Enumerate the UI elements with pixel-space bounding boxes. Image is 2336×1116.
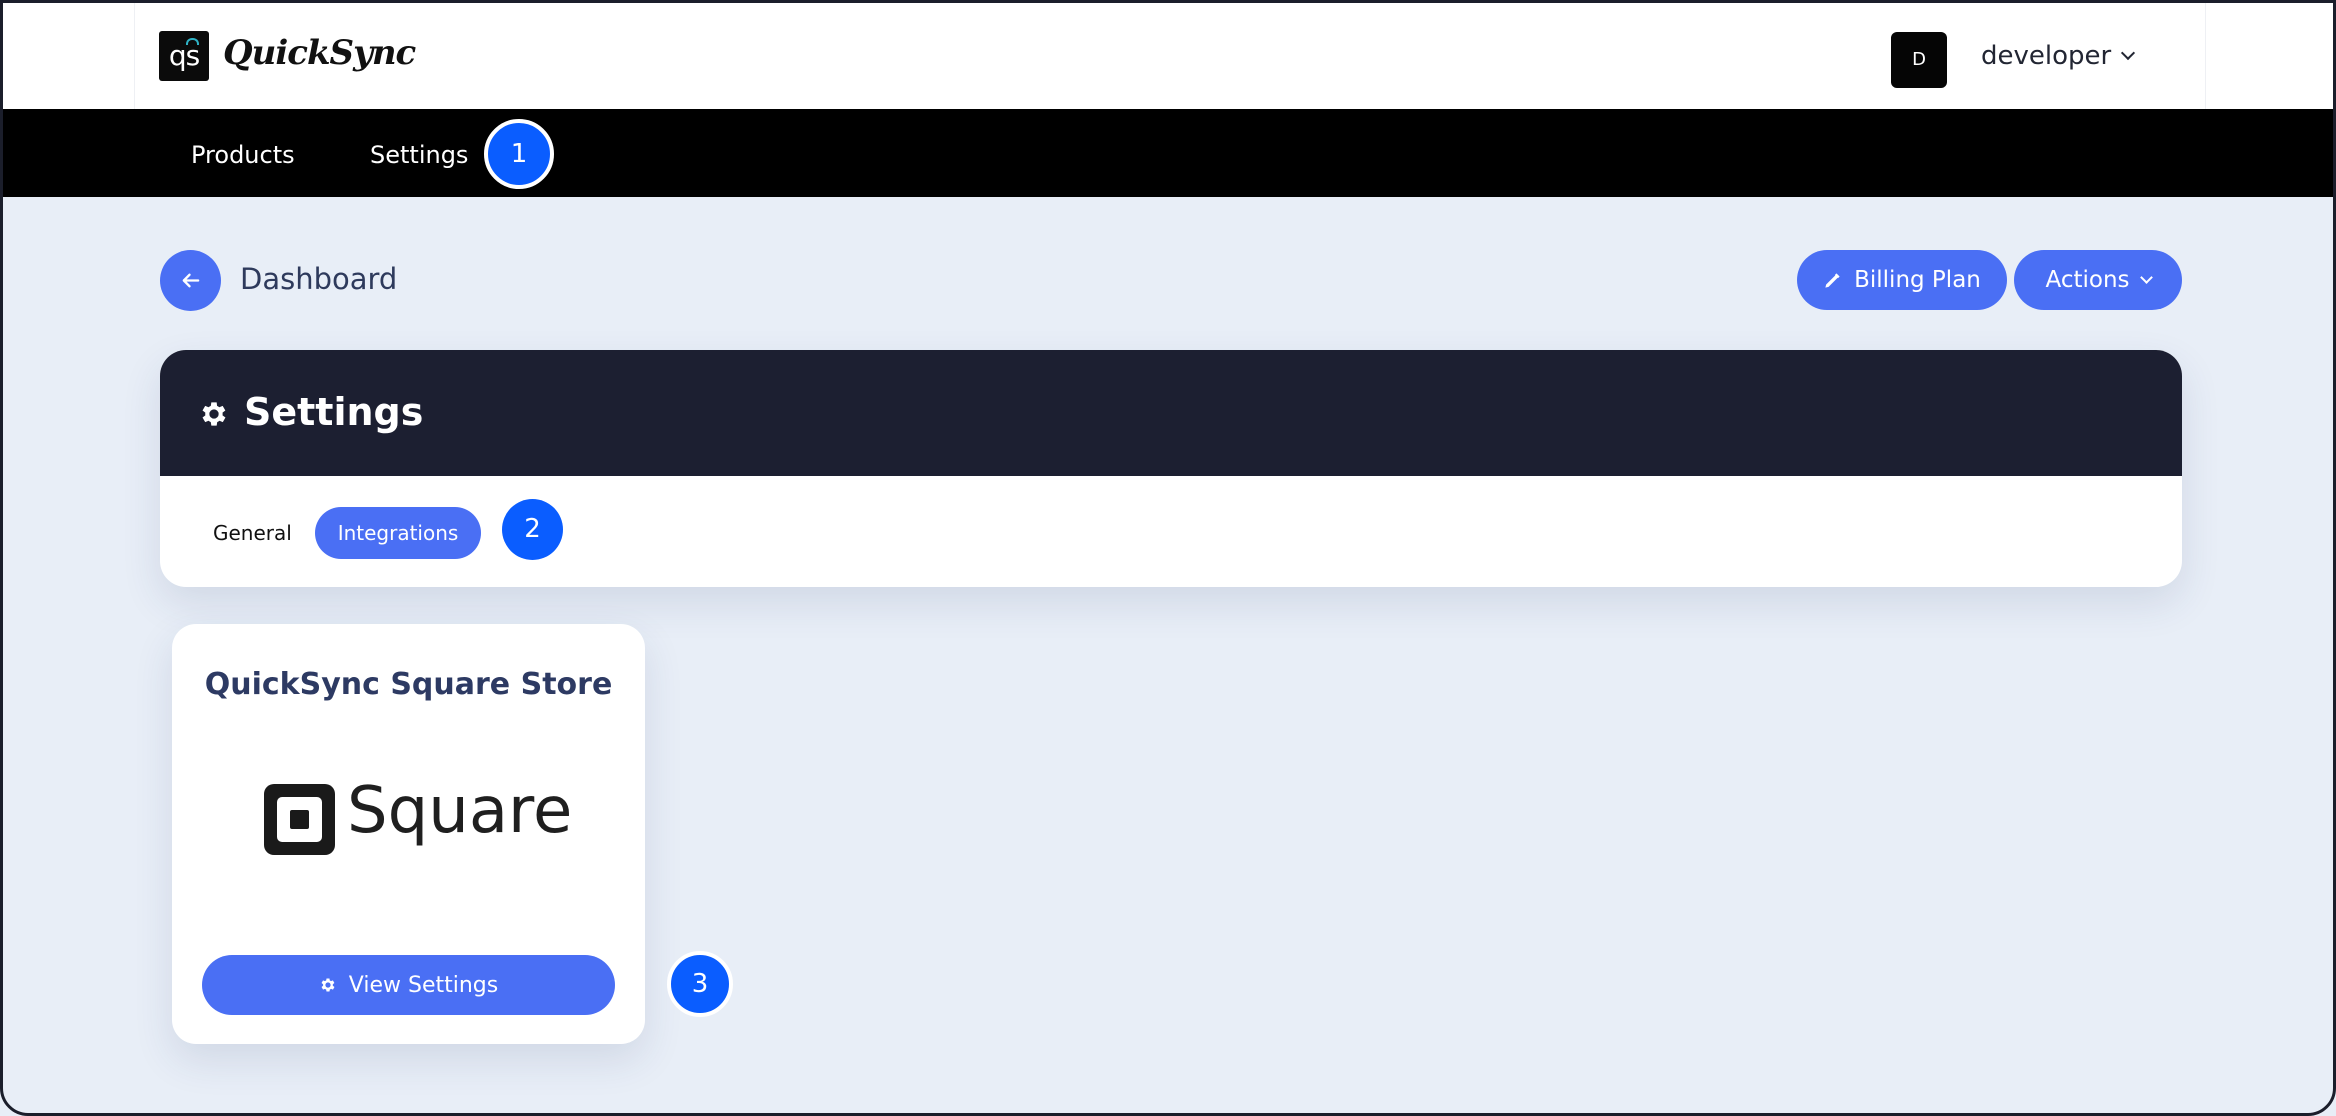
actions-label: Actions [2045,267,2130,293]
chevron-down-icon [2139,270,2153,284]
avatar[interactable]: D [1891,32,1947,88]
pencil-icon [1825,272,1840,288]
settings-panel: Settings General Integrations 2 [160,350,2182,587]
logo-text[interactable]: QuickSync [223,33,416,73]
step-marker-3: 3 [667,951,733,1017]
nav-item-products[interactable]: Products [191,141,295,169]
gear-icon [321,978,335,992]
page-title: Dashboard [240,262,398,296]
main-nav: Products Settings 1 [3,109,2333,197]
username-label: developer [1981,41,2112,71]
view-settings-button[interactable]: View Settings [202,955,615,1015]
billing-plan-label: Billing Plan [1854,267,1981,293]
integration-title: QuickSync Square Store [204,667,613,702]
settings-header: Settings [160,350,2182,476]
tab-integrations[interactable]: Integrations [315,507,481,559]
tab-general[interactable]: General [213,521,292,545]
billing-plan-button[interactable]: Billing Plan [1797,250,2007,310]
step-marker-2: 2 [502,499,563,560]
step-marker-1: 1 [484,119,554,189]
logo-accent-icon [186,38,199,45]
back-button[interactable] [160,250,221,311]
gear-icon [202,402,226,426]
integration-card: QuickSync Square Store Square View Setti… [172,624,645,1044]
settings-title: Settings [244,390,424,434]
square-logo-icon [264,784,335,855]
user-menu[interactable]: developer [1981,41,2136,71]
nav-item-settings[interactable]: Settings [370,141,468,169]
actions-button[interactable]: Actions [2014,250,2182,310]
arrow-left-icon [182,273,200,288]
view-settings-label: View Settings [348,972,499,998]
chevron-down-icon [2121,45,2136,61]
square-logo-core [290,810,309,829]
app-frame: qs QuickSync D developer Products Settin… [0,0,2336,1116]
square-wordmark: Square [347,774,573,848]
top-header: qs QuickSync D developer [3,3,2333,109]
logo-mark[interactable]: qs [159,31,209,81]
